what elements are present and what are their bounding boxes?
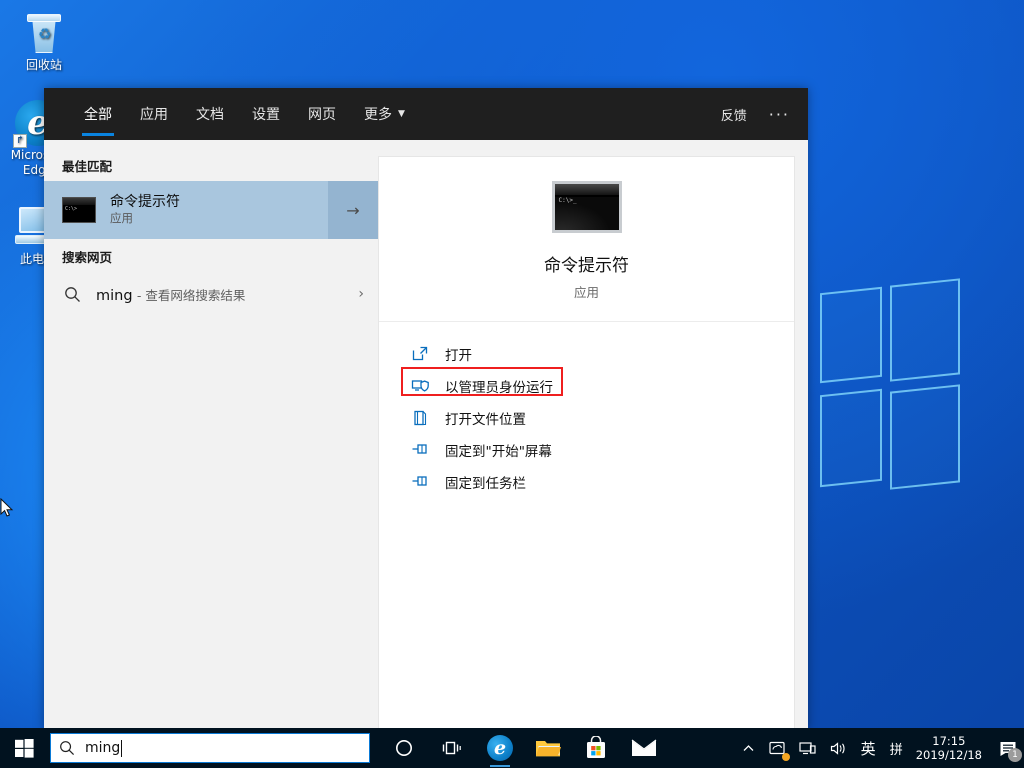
best-match-main[interactable]: 命令提示符 应用 [44, 181, 328, 239]
tab-label: 文档 [196, 107, 224, 123]
taskbar-button-microsoft-store[interactable] [572, 728, 620, 768]
action-label: 打开 [445, 348, 472, 364]
cortana-icon [396, 740, 412, 756]
tab-apps[interactable]: 应用 [126, 88, 182, 140]
taskbar-button-file-explorer[interactable] [524, 728, 572, 768]
system-tray: 英 拼 17:15 2019/12/18 1 [735, 728, 1024, 768]
search-icon [62, 286, 82, 303]
search-flyout-panel: 全部 应用 文档 设置 网页 更多 ▼ 反馈 ··· 最佳匹配 命令提示符 [44, 88, 808, 730]
ime-mode-indicator[interactable]: 拼 [883, 728, 910, 768]
pin-taskbar-icon [411, 473, 429, 491]
app-preview-panel: 命令提示符 应用 打开 [378, 156, 795, 730]
tab-documents[interactable]: 文档 [182, 88, 238, 140]
mouse-cursor [0, 497, 14, 518]
action-center-button[interactable]: 1 [992, 728, 1024, 768]
taskbar: ming e 英 拼 17:15 2019/12/18 1 [0, 728, 1024, 768]
tab-settings[interactable]: 设置 [238, 88, 294, 140]
show-hidden-icons-chevron-icon[interactable] [735, 728, 762, 768]
tab-label: 设置 [252, 107, 280, 123]
windows-logo-icon [14, 738, 34, 758]
notification-count-badge: 1 [1008, 748, 1022, 762]
best-match-result-command-prompt[interactable]: 命令提示符 应用 → [44, 181, 378, 239]
action-label: 以管理员身份运行 [445, 380, 553, 396]
file-explorer-icon [536, 741, 561, 757]
taskbar-button-microsoft-edge[interactable]: e [476, 728, 524, 768]
clock-date: 2019/12/18 [915, 748, 982, 762]
preview-header: 命令提示符 应用 [379, 157, 794, 322]
tab-web[interactable]: 网页 [294, 88, 350, 140]
open-icon [411, 345, 429, 363]
action-open-file-location[interactable]: 打开文件位置 [401, 402, 794, 434]
taskbar-button-cortana[interactable] [380, 728, 428, 768]
action-run-as-administrator[interactable]: 以管理员身份运行 [401, 367, 794, 402]
command-prompt-icon [62, 197, 96, 223]
search-flyout-body: 最佳匹配 命令提示符 应用 → 搜索网页 [44, 140, 808, 730]
ime-language-indicator[interactable]: 英 [854, 728, 883, 768]
taskbar-button-mail[interactable] [620, 728, 668, 768]
search-filter-tabs: 全部 应用 文档 设置 网页 更多 ▼ [70, 88, 419, 140]
web-search-text: ming - 查看网络搜索结果 [96, 285, 344, 304]
best-match-subtitle: 应用 [110, 211, 133, 225]
best-match-title: 命令提示符 [110, 194, 180, 210]
mail-icon [631, 739, 657, 756]
action-open[interactable]: 打开 [401, 338, 794, 370]
network-icon[interactable] [792, 728, 823, 768]
wallpaper-logo-pane-1 [820, 286, 882, 384]
search-results-column: 最佳匹配 命令提示符 应用 → 搜索网页 [44, 140, 378, 730]
best-match-expand-arrow-icon[interactable]: → [328, 181, 378, 239]
tab-label: 应用 [140, 107, 168, 123]
tab-all[interactable]: 全部 [70, 88, 126, 140]
search-input-value-wrapper: ming [85, 739, 123, 757]
taskbar-button-task-view[interactable] [428, 728, 476, 768]
recycle-bin-icon: ♻ [6, 8, 82, 58]
header-actions: 反馈 ··· [721, 105, 790, 124]
search-input-value: ming [85, 740, 121, 756]
desktop-icon-label: 回收站 [25, 58, 62, 72]
search-flyout-header: 全部 应用 文档 设置 网页 更多 ▼ 反馈 ··· [44, 88, 808, 140]
microsoft-store-icon [587, 736, 605, 758]
pin-start-icon [411, 441, 429, 459]
tab-label: 网页 [308, 107, 336, 123]
preview-app-title: 命令提示符 [544, 256, 629, 276]
web-search-result-row[interactable]: ming - 查看网络搜索结果 › [44, 272, 378, 316]
wallpaper-logo-pane-2 [890, 278, 960, 382]
feedback-button[interactable]: 反馈 [721, 105, 747, 124]
clock-time: 17:15 [932, 734, 966, 748]
wallpaper-logo-pane-3 [820, 388, 882, 488]
taskbar-app-buttons: e [380, 728, 668, 768]
edge-icon: e [487, 735, 513, 761]
search-icon [59, 740, 75, 756]
wallpaper-logo-pane-4 [890, 384, 960, 490]
action-label: 打开文件位置 [445, 412, 526, 428]
action-label: 固定到"开始"屏幕 [445, 444, 552, 460]
action-pin-to-start[interactable]: 固定到"开始"屏幕 [401, 434, 794, 466]
web-search-description: - 查看网络搜索结果 [136, 287, 246, 303]
best-match-section-header: 最佳匹配 [62, 159, 113, 174]
tab-more[interactable]: 更多 ▼ [350, 88, 419, 140]
chevron-down-icon: ▼ [398, 109, 405, 119]
command-prompt-large-icon [551, 181, 622, 233]
web-search-section-header: 搜索网页 [62, 250, 113, 265]
taskbar-search-input[interactable]: ming [50, 733, 370, 763]
tab-label: 全部 [84, 107, 112, 123]
web-search-query: ming [96, 287, 133, 304]
action-label: 固定到任务栏 [445, 476, 526, 492]
more-options-icon[interactable]: ··· [769, 105, 790, 124]
shield-run-icon [411, 377, 429, 395]
folder-location-icon [411, 409, 429, 427]
text-caret [121, 739, 123, 757]
clock[interactable]: 17:15 2019/12/18 [910, 728, 992, 768]
task-view-icon [442, 741, 461, 755]
volume-icon[interactable] [823, 728, 854, 768]
app-action-list: 打开 以管理员身份运行 打开文件位置 固定到"开始"屏幕 固定到任务栏 [379, 322, 794, 498]
action-pin-to-taskbar[interactable]: 固定到任务栏 [401, 466, 794, 498]
chevron-right-icon[interactable]: › [358, 286, 364, 302]
desktop-icon-recycle-bin[interactable]: ♻ 回收站 [6, 8, 82, 73]
start-button[interactable] [0, 728, 48, 768]
preview-app-subtitle: 应用 [573, 285, 599, 300]
tab-label: 更多 [364, 107, 392, 123]
onedrive-sync-icon[interactable] [762, 728, 792, 768]
